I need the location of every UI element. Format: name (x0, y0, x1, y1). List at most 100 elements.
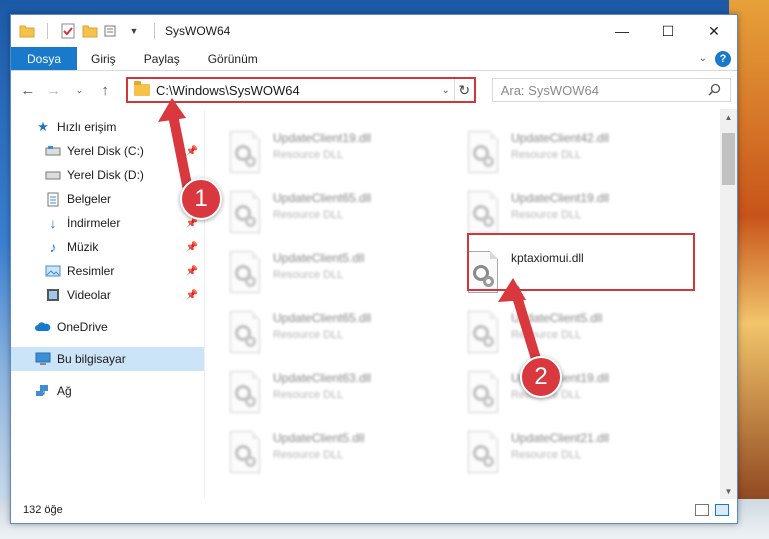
customize-toolbar-icon[interactable] (104, 23, 120, 39)
network-icon (35, 383, 51, 399)
file-item[interactable]: UpdateClient42.dll Resource DLL (443, 123, 671, 181)
sidebar-item-network[interactable]: Ağ (11, 379, 204, 403)
star-icon: ★ (37, 119, 49, 134)
file-name: UpdateClient42.dll (511, 131, 610, 145)
view-toggle (695, 504, 737, 516)
file-item[interactable]: UpdateClient63.dll Resource DLL (205, 363, 433, 421)
sidebar-item-label: Belgeler (67, 192, 112, 206)
refresh-button[interactable]: ↻ (453, 79, 474, 101)
address-bar[interactable]: C:\Windows\SysWOW64 ⌄ ↻ (125, 77, 476, 103)
dll-file-icon (227, 251, 263, 295)
sidebar-item-label: Müzik (67, 240, 99, 254)
maximize-button[interactable]: ☐ (645, 15, 691, 47)
pin-icon[interactable]: 📌 (186, 242, 198, 253)
sidebar-item-videolar[interactable]: Videolar 📌 (11, 283, 204, 307)
sidebar-item-belgeler[interactable]: Belgeler 📌 (11, 187, 204, 211)
sidebar-item-resimler[interactable]: Resimler 📌 (11, 259, 204, 283)
callout-step-2: 2 (520, 356, 562, 398)
vertical-scrollbar[interactable]: ▲ ▼ (720, 109, 737, 499)
tab-gorunum[interactable]: Görünüm (194, 47, 272, 70)
computer-icon (35, 351, 51, 367)
sidebar-item-onedrive[interactable]: OneDrive (11, 315, 204, 339)
sidebar-item-label: Hızlı erişim (57, 120, 117, 134)
properties-icon[interactable] (60, 23, 76, 39)
tab-dosya[interactable]: Dosya (11, 47, 78, 70)
callout-step-1: 1 (180, 178, 222, 220)
sidebar-item-label: Ağ (57, 384, 72, 398)
tab-giris[interactable]: Giriş (77, 47, 130, 70)
explorer-body: ★ Hızlı erişim Yerel Disk (C:) 📌 Yerel D… (11, 109, 737, 499)
file-name: UpdateClient19.dll (273, 131, 372, 145)
file-type: Resource DLL (511, 449, 582, 461)
file-name: UpdateClient19.dll (511, 191, 610, 205)
highlighted-file-box (467, 233, 695, 291)
dll-file-icon (227, 431, 263, 475)
toolbar-divider (47, 23, 48, 39)
sidebar-item-disk-d[interactable]: Yerel Disk (D:) (11, 163, 204, 187)
new-folder-icon[interactable] (82, 23, 98, 39)
file-type: Resource DLL (273, 389, 344, 401)
recent-locations-button[interactable]: ⌄ (68, 79, 90, 101)
file-type: Resource DLL (273, 269, 344, 281)
dll-file-icon (227, 311, 263, 355)
pictures-icon (45, 263, 61, 279)
file-name: UpdateClient63.dll (273, 371, 372, 385)
file-type: Resource DLL (511, 149, 582, 161)
music-icon: ♪ (49, 239, 57, 255)
minimize-button[interactable]: — (599, 15, 645, 47)
window-title: SysWOW64 (165, 24, 231, 38)
sidebar-item-disk-c[interactable]: Yerel Disk (C:) 📌 (11, 139, 204, 163)
chevron-down-icon[interactable]: ⌄ (438, 85, 454, 96)
sidebar-item-label: Yerel Disk (C:) (67, 144, 144, 158)
drive-icon (45, 143, 61, 159)
file-item[interactable]: UpdateClient5.dll Resource DLL (205, 243, 433, 301)
file-item[interactable]: UpdateClient5.dll Resource DLL (205, 423, 433, 481)
sidebar-item-muzik[interactable]: ♪ Müzik 📌 (11, 235, 204, 259)
close-button[interactable]: ✕ (691, 15, 737, 47)
dll-file-icon (465, 191, 501, 235)
file-name: UpdateClient65.dll (273, 311, 372, 325)
pin-icon[interactable]: 📌 (186, 290, 198, 301)
sidebar-item-quick-access[interactable]: ★ Hızlı erişim (11, 115, 204, 139)
sidebar-item-this-pc[interactable]: Bu bilgisayar (11, 347, 204, 371)
details-view-button[interactable] (695, 504, 709, 516)
navigation-pane: ★ Hızlı erişim Yerel Disk (C:) 📌 Yerel D… (11, 109, 204, 499)
file-item[interactable]: UpdateClient65.dll Resource DLL (205, 183, 433, 241)
search-input[interactable]: Ara: SysWOW64 (501, 83, 708, 98)
large-icons-view-button[interactable] (715, 504, 729, 516)
up-button[interactable]: ↑ (94, 79, 116, 101)
file-type: Resource DLL (511, 209, 582, 221)
file-type: Resource DLL (273, 209, 344, 221)
pin-icon[interactable]: 📌 (186, 266, 198, 277)
help-icon[interactable]: ? (715, 50, 731, 67)
expand-ribbon-icon[interactable]: ⌄ (699, 53, 707, 64)
sidebar-item-label: Bu bilgisayar (57, 352, 126, 366)
cloud-icon (35, 319, 51, 335)
back-button[interactable]: ← (17, 79, 39, 101)
file-name: UpdateClient5.dll (511, 311, 603, 325)
sidebar-item-indirmeler[interactable]: ↓ İndirmeler 📌 (11, 211, 204, 235)
file-name: UpdateClient5.dll (273, 251, 365, 265)
dll-file-icon (227, 191, 263, 235)
file-item[interactable]: UpdateClient19.dll Resource DLL (205, 123, 433, 181)
scroll-up-icon[interactable]: ▲ (720, 109, 737, 125)
file-item[interactable]: UpdateClient65.dll Resource DLL (205, 303, 433, 361)
sidebar-item-label: OneDrive (57, 320, 108, 334)
pin-icon[interactable]: 📌 (186, 146, 198, 157)
tab-paylas[interactable]: Paylaş (130, 47, 194, 70)
dll-file-icon (227, 131, 263, 175)
file-item[interactable]: UpdateClient21.dll Resource DLL (443, 423, 671, 481)
sidebar-item-label: İndirmeler (67, 216, 121, 230)
search-box[interactable]: Ara: SysWOW64 (491, 78, 731, 102)
download-icon: ↓ (49, 215, 57, 231)
search-icon[interactable] (708, 83, 722, 97)
forward-button[interactable]: → (43, 79, 65, 101)
file-name: UpdateClient5.dll (273, 431, 365, 445)
file-type: Resource DLL (273, 149, 344, 161)
scroll-thumb[interactable] (722, 133, 735, 185)
file-type: Resource DLL (273, 329, 344, 341)
file-item[interactable]: UpdateClient5.dll Resource DLL (443, 303, 671, 361)
ribbon-right: ⌄ ? (699, 47, 737, 70)
address-path[interactable]: C:\Windows\SysWOW64 (156, 83, 438, 98)
chevron-down-icon[interactable]: ▼ (126, 23, 142, 39)
